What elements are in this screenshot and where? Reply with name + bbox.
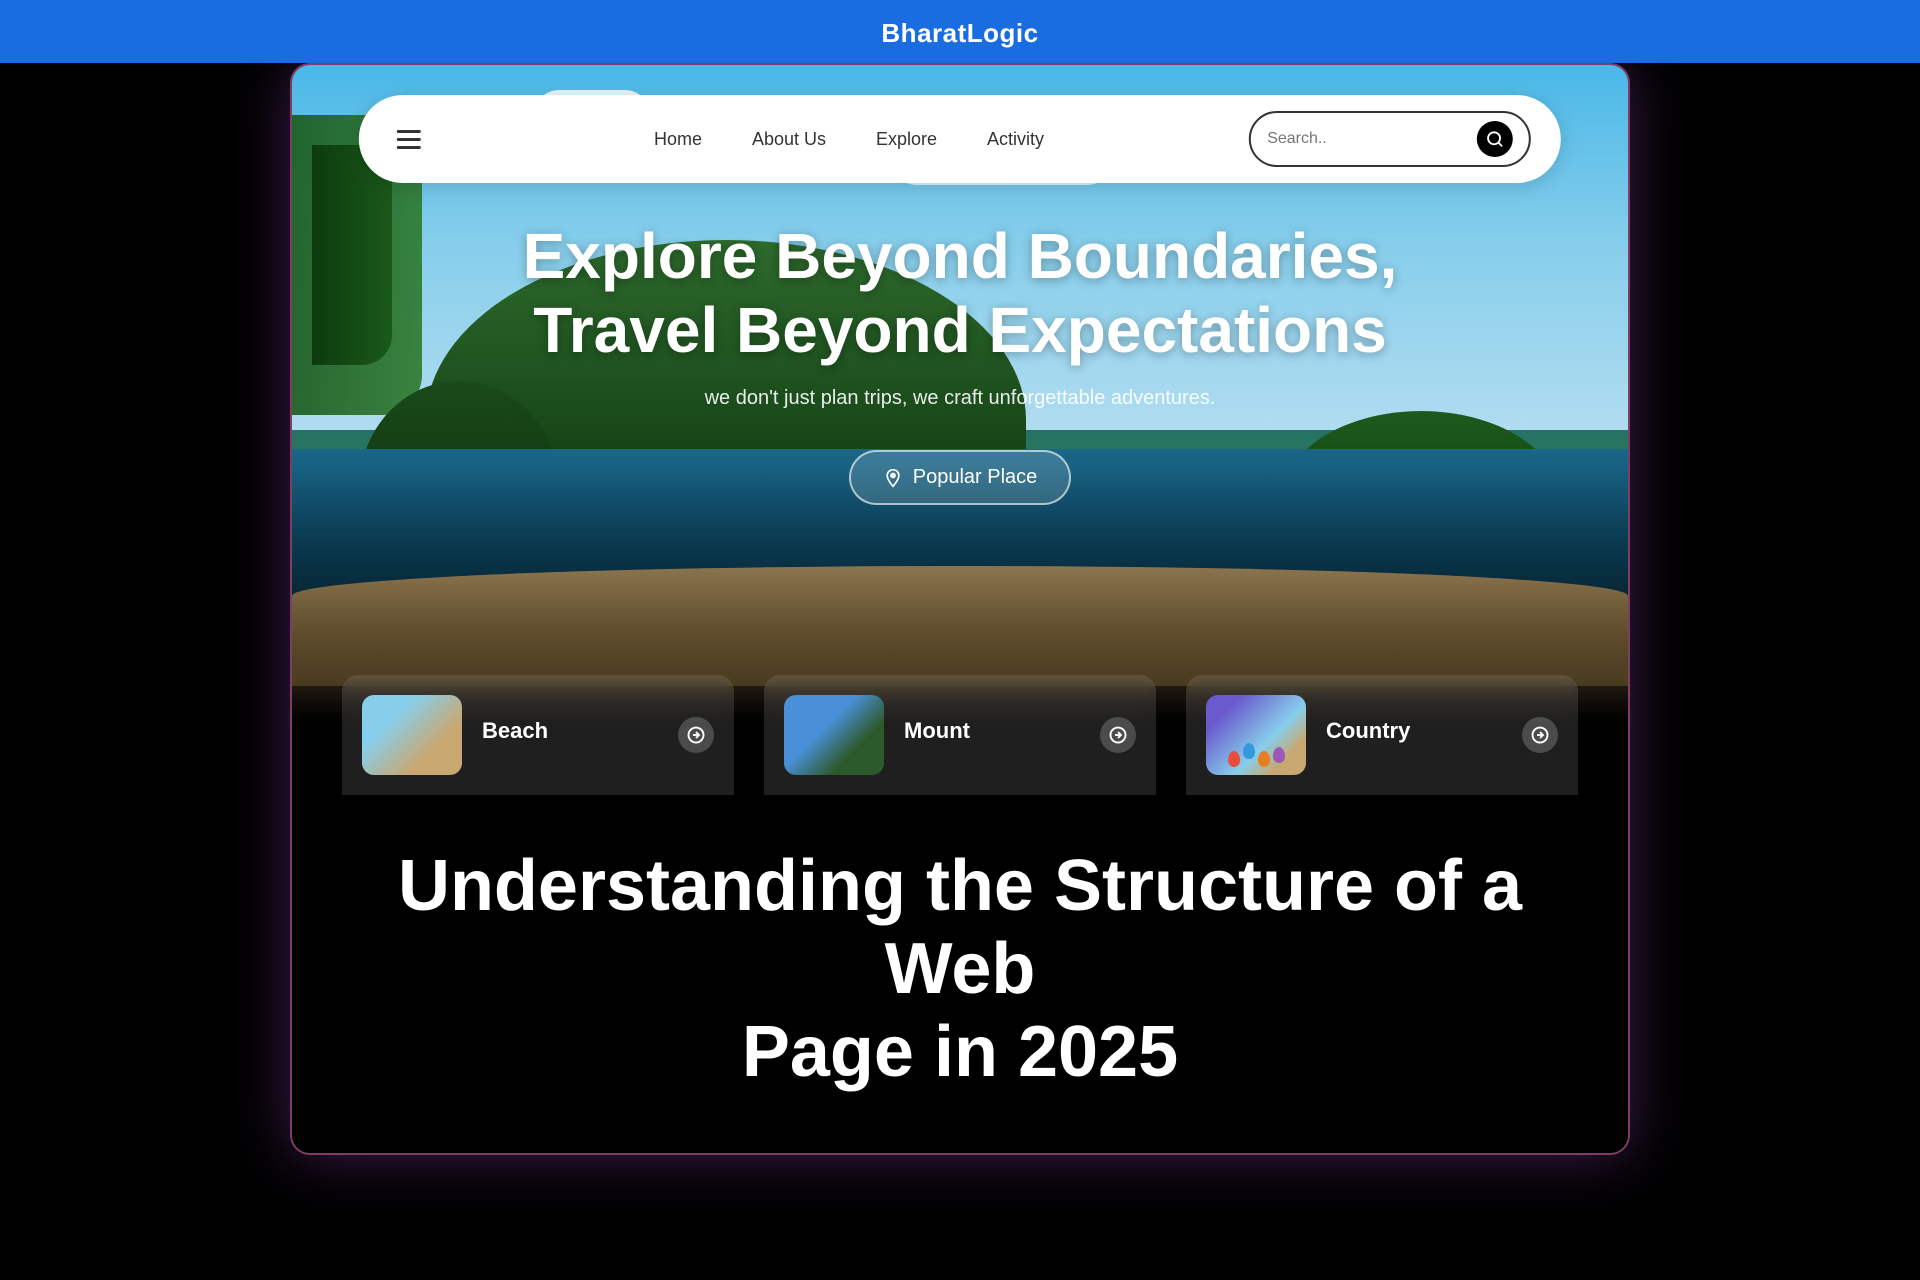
cards-row: Beach Mount xyxy=(292,675,1628,795)
hamburger-line-2 xyxy=(397,138,421,141)
browser-window: Home About Us Explore Activity Explore B… xyxy=(290,63,1630,1155)
arrow-right-icon-mount xyxy=(1109,726,1127,744)
hero-subtitle: we don't just plan trips, we craft unfor… xyxy=(292,387,1628,410)
search-button[interactable] xyxy=(1477,121,1513,157)
place-card-mount: Mount xyxy=(764,675,1156,795)
card-arrow-beach[interactable] xyxy=(678,717,714,753)
bottom-title: Understanding the Structure of a Web Pag… xyxy=(372,845,1548,1093)
search-container xyxy=(1249,111,1531,167)
hero-title: Explore Beyond Boundaries, Travel Beyond… xyxy=(510,220,1410,367)
card-thumb-country xyxy=(1206,695,1306,775)
card-thumb-mount xyxy=(784,695,884,775)
hamburger-line-3 xyxy=(397,146,421,149)
nav-home[interactable]: Home xyxy=(654,129,702,150)
card-title-beach: Beach xyxy=(482,718,658,744)
hero-background: Home About Us Explore Activity Explore B… xyxy=(292,65,1628,795)
top-bar: BharatLogic xyxy=(0,0,1920,63)
navbar: Home About Us Explore Activity xyxy=(359,95,1561,183)
place-card-country: Country xyxy=(1186,675,1578,795)
card-arrow-mount[interactable] xyxy=(1100,717,1136,753)
card-content-mount: Mount xyxy=(904,718,1080,752)
arrow-right-icon-beach xyxy=(687,726,705,744)
search-icon xyxy=(1486,130,1504,148)
nav-activity[interactable]: Activity xyxy=(987,129,1044,150)
arrow-right-icon-country xyxy=(1531,726,1549,744)
hamburger-line-1 xyxy=(397,130,421,133)
nav-about[interactable]: About Us xyxy=(752,129,826,150)
place-card-beach: Beach xyxy=(342,675,734,795)
card-arrow-country[interactable] xyxy=(1522,717,1558,753)
popular-place-label: Popular Place xyxy=(913,466,1038,489)
card-content-country: Country xyxy=(1326,718,1502,752)
hamburger-button[interactable] xyxy=(389,122,429,157)
popular-place-button[interactable]: Popular Place xyxy=(849,450,1072,505)
nav-links: Home About Us Explore Activity xyxy=(449,129,1249,150)
nav-explore[interactable]: Explore xyxy=(876,129,937,150)
location-icon xyxy=(883,468,903,488)
hero-content: Explore Beyond Boundaries, Travel Beyond… xyxy=(292,220,1628,505)
brand-logo: BharatLogic xyxy=(881,18,1038,49)
card-content-beach: Beach xyxy=(482,718,658,752)
card-title-country: Country xyxy=(1326,718,1502,744)
search-input[interactable] xyxy=(1267,130,1467,148)
card-title-mount: Mount xyxy=(904,718,1080,744)
bottom-caption: Understanding the Structure of a Web Pag… xyxy=(292,795,1628,1153)
card-thumb-beach xyxy=(362,695,462,775)
